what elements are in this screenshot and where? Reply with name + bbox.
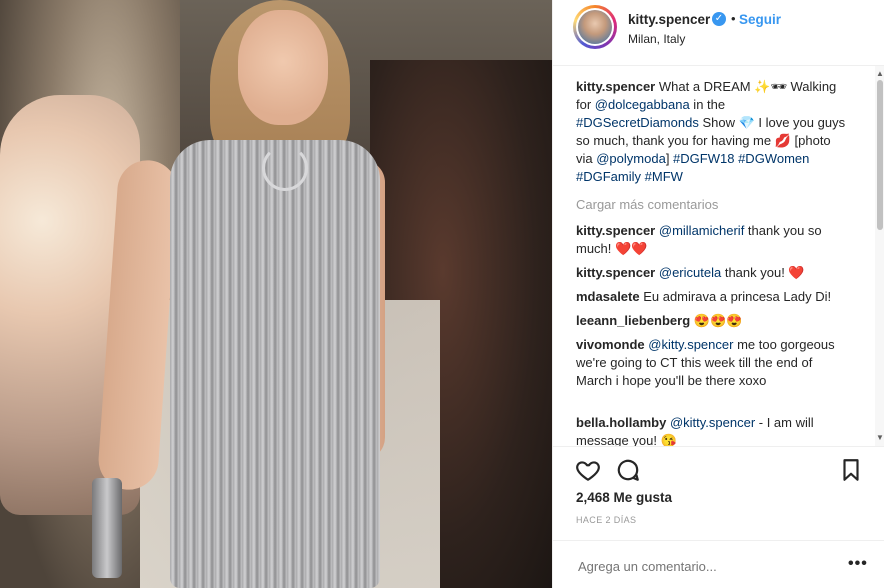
post-photo[interactable] bbox=[0, 0, 552, 588]
photo-model-face bbox=[238, 10, 328, 125]
caption-hashtag[interactable]: #DGFW18 bbox=[673, 151, 734, 166]
comment-text: Eu admirava a princesa Lady Di! bbox=[639, 289, 832, 304]
comment-mention[interactable]: @kitty.spencer bbox=[670, 415, 755, 430]
more-options-icon[interactable]: ••• bbox=[848, 555, 868, 573]
photo-model-dress bbox=[170, 140, 380, 588]
comment-item: mdasalete Eu admirava a princesa Lady Di… bbox=[576, 288, 846, 306]
comment-username[interactable]: bella.hollamby bbox=[576, 415, 666, 430]
post-username[interactable]: kitty.spencer bbox=[628, 12, 710, 27]
photo-model-necklace bbox=[262, 145, 308, 191]
caption-hashtag[interactable]: #DGWomen bbox=[738, 151, 809, 166]
photo-model-clutch bbox=[92, 478, 122, 578]
comments-scrollbar[interactable]: ▲ ▼ bbox=[875, 66, 884, 446]
post-side-panel: kitty.spencer ✓ • Seguir Milan, Italy ki… bbox=[552, 0, 884, 588]
comment-bubble-icon[interactable] bbox=[615, 457, 641, 483]
post-actions-bar bbox=[553, 446, 884, 486]
comment-text: thank you! ❤️ bbox=[721, 265, 805, 280]
bookmark-icon[interactable] bbox=[838, 457, 864, 483]
comment-input[interactable] bbox=[576, 555, 830, 577]
caption-hashtag[interactable]: #MFW bbox=[645, 169, 683, 184]
scroll-up-arrow-icon[interactable]: ▲ bbox=[876, 69, 884, 78]
post-header: kitty.spencer ✓ • Seguir Milan, Italy bbox=[553, 0, 884, 66]
caption-hashtag[interactable]: #DGFamily bbox=[576, 169, 641, 184]
comment-item: kitty.spencer @millamicherif thank you s… bbox=[576, 222, 846, 258]
comment-username[interactable]: leeann_liebenberg bbox=[576, 313, 690, 328]
avatar-image bbox=[578, 10, 612, 44]
like-count[interactable]: 2,468 Me gusta bbox=[576, 490, 672, 505]
caption-text: in the bbox=[689, 97, 726, 112]
avatar[interactable] bbox=[573, 5, 617, 49]
comment-item: leeann_liebenberg 😍😍😍 bbox=[576, 312, 846, 330]
comment-item: kitty.spencer @ericutela thank you! ❤️ bbox=[576, 264, 846, 282]
comment-form: ••• bbox=[553, 540, 884, 588]
caption-mention[interactable]: @polymoda bbox=[596, 151, 666, 166]
post-timestamp: HACE 2 DÍAS bbox=[576, 515, 637, 525]
caption-username[interactable]: kitty.spencer bbox=[576, 79, 655, 94]
comment-mention[interactable]: @ericutela bbox=[659, 265, 721, 280]
comment-item: vivomonde @kitty.spencer me too gorgeous… bbox=[576, 336, 846, 390]
instagram-post-view: kitty.spencer ✓ • Seguir Milan, Italy ki… bbox=[0, 0, 884, 588]
comment-username[interactable]: kitty.spencer bbox=[576, 265, 655, 280]
post-location[interactable]: Milan, Italy bbox=[628, 32, 685, 46]
post-caption: kitty.spencer What a DREAM ✨🕶 Walking fo… bbox=[576, 78, 846, 186]
caption-text: ] bbox=[665, 151, 674, 166]
comment-item: bella.hollamby @kitty.spencer - I am wil… bbox=[576, 414, 846, 446]
comments-list[interactable]: kitty.spencer What a DREAM ✨🕶 Walking fo… bbox=[553, 66, 884, 446]
comment-username[interactable]: mdasalete bbox=[576, 289, 640, 304]
caption-mention[interactable]: @dolcegabbana bbox=[595, 97, 690, 112]
scrollbar-thumb[interactable] bbox=[877, 80, 883, 230]
comment-mention[interactable]: @kitty.spencer bbox=[648, 337, 733, 352]
caption-hashtag[interactable]: #DGSecretDiamonds bbox=[576, 115, 699, 130]
load-more-comments-link[interactable]: Cargar más comentarios bbox=[576, 197, 718, 212]
avatar-ring bbox=[576, 8, 614, 46]
comment-mention[interactable]: @millamicherif bbox=[659, 223, 744, 238]
follow-button[interactable]: Seguir bbox=[739, 12, 781, 27]
comment-text: 😍😍😍 bbox=[690, 313, 743, 328]
verified-badge-icon: ✓ bbox=[712, 12, 726, 26]
heart-icon[interactable] bbox=[575, 457, 601, 483]
scroll-down-arrow-icon[interactable]: ▼ bbox=[876, 433, 884, 442]
comment-username[interactable]: vivomonde bbox=[576, 337, 645, 352]
comment-username[interactable]: kitty.spencer bbox=[576, 223, 655, 238]
separator-dot: • bbox=[731, 11, 736, 26]
